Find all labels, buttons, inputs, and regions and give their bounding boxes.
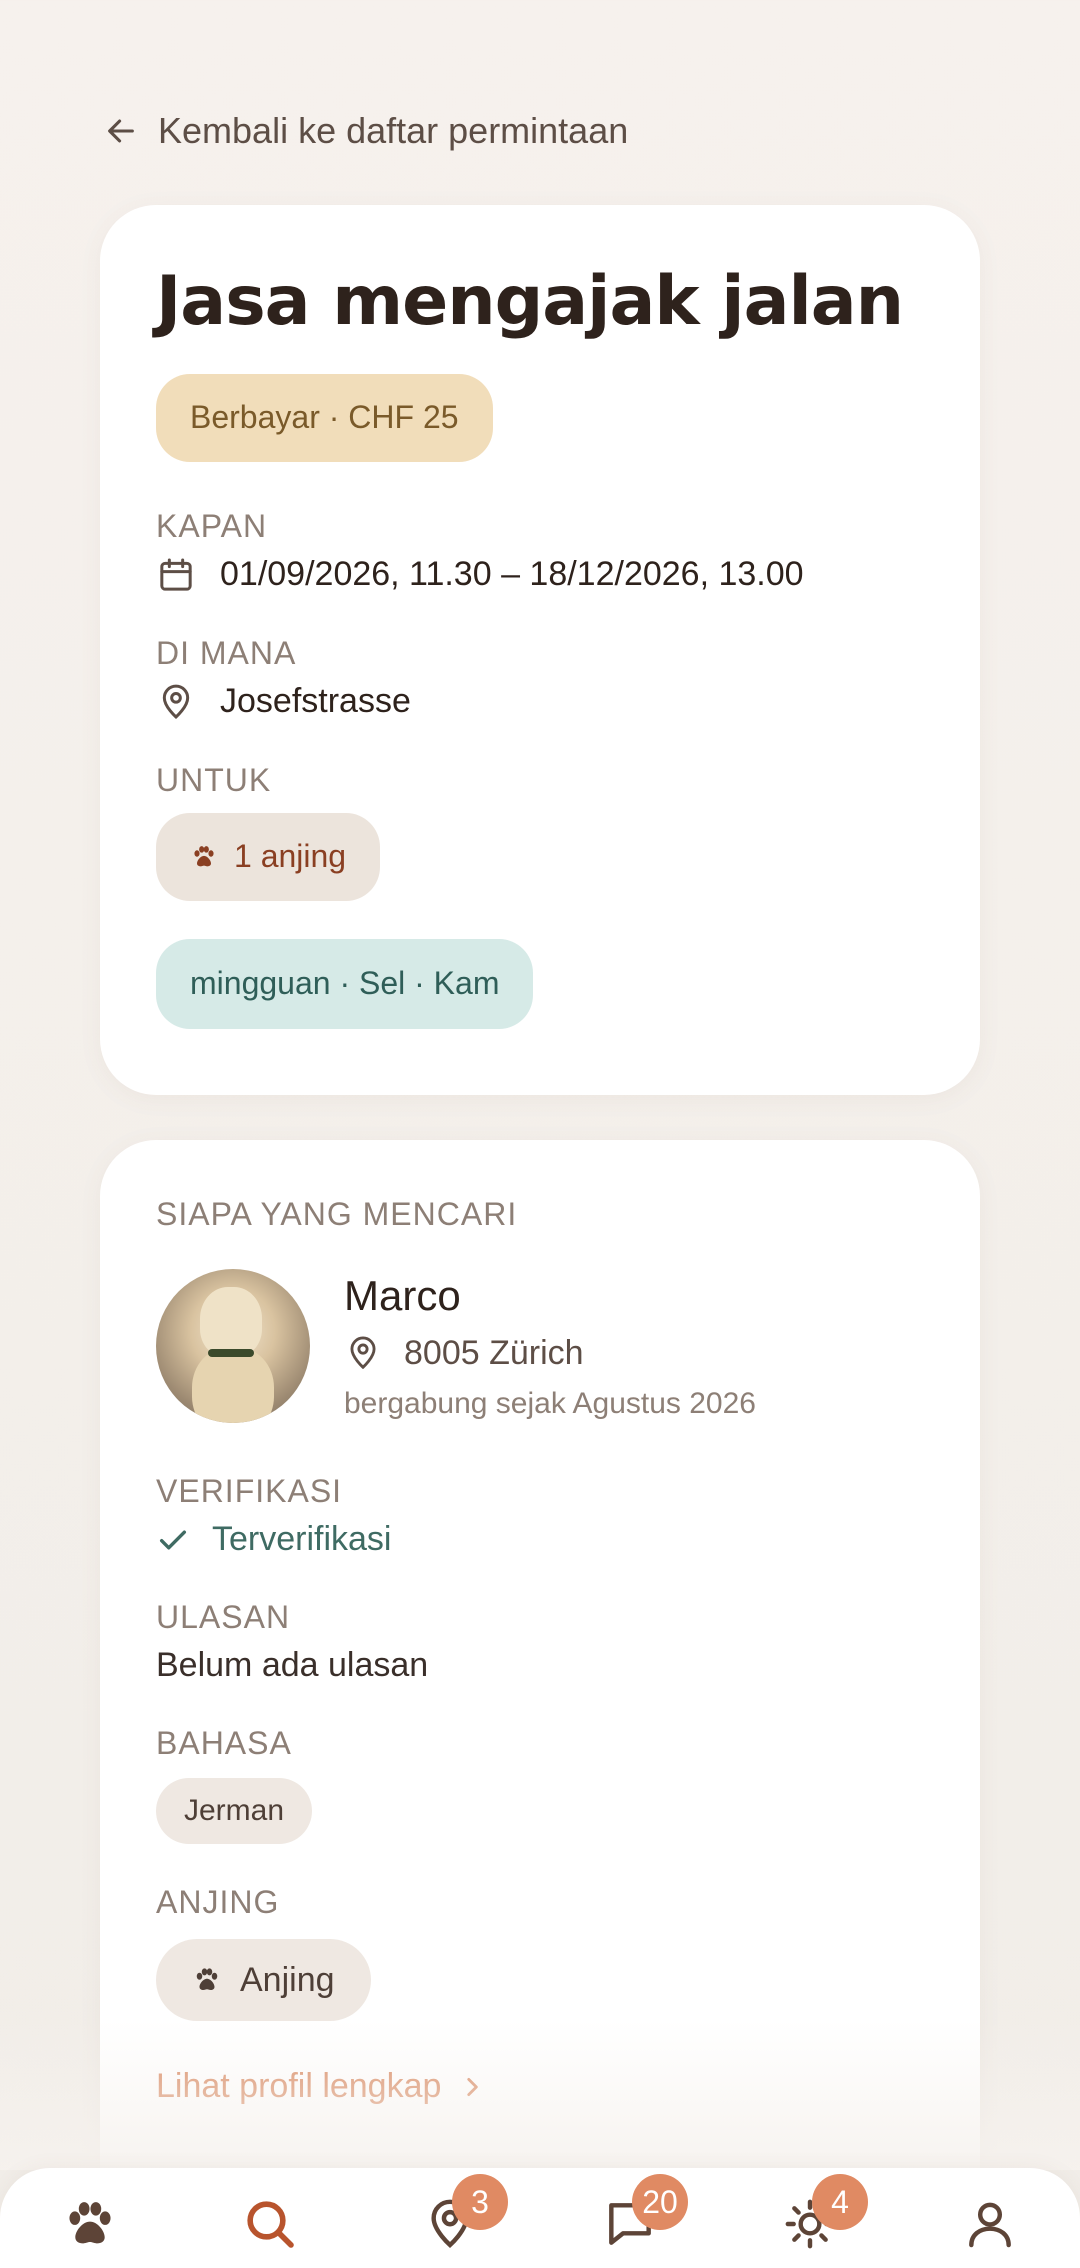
map-badge: 3 — [452, 2174, 508, 2230]
requester-section-label: SIAPA YANG MENCARI — [156, 1196, 518, 1232]
nav-profile[interactable] — [950, 2196, 1030, 2268]
view-full-profile-label: Lihat profil lengkap — [156, 2067, 442, 2105]
nav-paw[interactable] — [50, 2196, 130, 2268]
nav-messages[interactable]: 20 — [590, 2174, 688, 2268]
language-chip: Jerman — [156, 1778, 313, 1844]
nav-search[interactable] — [230, 2196, 310, 2268]
requester-location: 8005 Zürich — [404, 1333, 584, 1372]
language-label: BAHASA — [156, 1725, 292, 1761]
verification-status: Terverifikasi — [212, 1520, 392, 1558]
nav-activity[interactable]: 4 — [770, 2174, 868, 2268]
check-icon — [159, 1530, 187, 1549]
dog-chip[interactable]: Anjing — [156, 1939, 371, 2021]
messages-badge: 20 — [632, 2174, 688, 2230]
search-icon — [247, 2201, 294, 2248]
requester-card: SIAPA YANG MENCARI Marco 8005 Zürich ber… — [100, 1140, 980, 2268]
arrow-left-icon — [108, 119, 134, 143]
member-since: bergabung sejak Agustus 2026 — [344, 1386, 756, 1420]
dog-chip-label: Anjing — [240, 1960, 335, 1999]
user-icon — [969, 2202, 1011, 2248]
chevron-right-icon — [467, 2077, 479, 2096]
paw-icon — [194, 845, 214, 867]
dog-count-label: 1 anjing — [234, 838, 347, 875]
avatar[interactable] — [156, 1269, 310, 1423]
where-label: DI MANA — [156, 634, 297, 671]
when-value: 01/09/2026, 11.30 – 18/12/2026, 13.00 — [220, 555, 804, 594]
price-pill: Berbayar · CHF 25 — [156, 373, 493, 462]
paw-icon — [196, 1968, 218, 1990]
activity-badge: 4 — [812, 2174, 868, 2230]
reviews-label: ULASAN — [156, 1599, 291, 1635]
for-label: UNTUK — [156, 761, 272, 798]
paw-icon — [69, 2202, 111, 2244]
requester-name: Marco — [344, 1271, 461, 1319]
map-pin-icon — [350, 1336, 376, 1370]
back-to-requests-link[interactable]: Kembali ke daftar permintaan — [104, 110, 628, 152]
verification-label: VERIFIKASI — [156, 1473, 343, 1509]
frequency-pill: mingguan · Sel · Kam — [156, 938, 534, 1029]
reviews-value: Belum ada ulasan — [156, 1646, 429, 1684]
nav-map[interactable]: 3 — [410, 2174, 508, 2268]
calendar-icon — [160, 558, 192, 591]
bottom-nav: 3 20 4 — [0, 2168, 1080, 2268]
when-label: KAPAN — [156, 507, 268, 544]
dog-count-pill: 1 anjing — [156, 812, 381, 901]
map-pin-icon — [162, 684, 190, 719]
dogs-label: ANJING — [156, 1884, 280, 1920]
view-full-profile-link[interactable]: Lihat profil lengkap — [156, 2067, 924, 2106]
back-link-label: Kembali ke daftar permintaan — [158, 110, 629, 151]
where-value: Josefstrasse — [220, 682, 411, 721]
request-title: Jasa mengajak jalan — [156, 262, 904, 341]
request-card: Jasa mengajak jalan Berbayar · CHF 25 KA… — [100, 205, 980, 1095]
